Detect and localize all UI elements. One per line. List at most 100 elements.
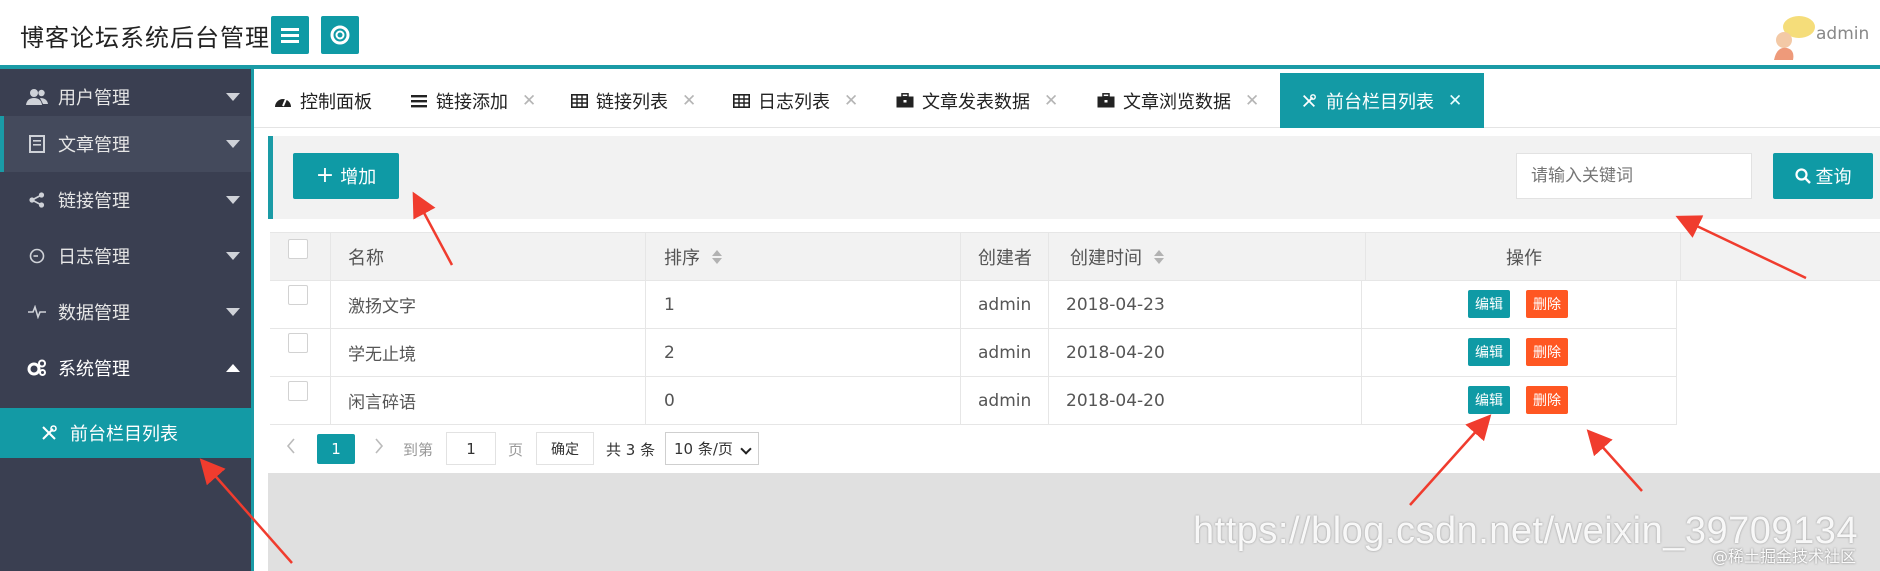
edit-button[interactable]: 编辑 [1468,386,1510,414]
tab-link-list[interactable]: 链接列表 ✕ [570,73,696,128]
tab-label: 文章浏览数据 [1123,91,1231,113]
chevron-down-icon [740,443,752,455]
avatar[interactable] [1769,10,1817,60]
column-divider [1676,281,1677,328]
close-icon[interactable]: ✕ [1044,91,1058,111]
table-row: 闲言碎语 0 admin 2018-04-20 编辑 删除 [270,377,1677,425]
column-divider [330,329,331,376]
sidebar-item-data[interactable]: 数据管理 [0,284,251,340]
column-divider [1048,233,1049,280]
column-header-order[interactable]: 排序 [664,233,722,280]
cell-creator: admin [978,294,1032,315]
chevron-down-icon [226,140,240,148]
column-divider [645,233,646,280]
column-header-created[interactable]: 创建时间 [1070,233,1164,280]
chevron-up-icon [226,364,240,372]
column-header-creator: 创建者 [978,247,1032,269]
users-icon [26,86,48,108]
row-checkbox[interactable] [288,381,308,401]
pulse-icon [26,301,48,323]
page-size-select[interactable]: 10 条/页 [665,432,759,465]
sidebar-item-label: 系统管理 [58,359,130,380]
document-icon [26,133,48,155]
cell-created: 2018-04-23 [1066,294,1165,315]
delete-button[interactable]: 删除 [1526,386,1568,414]
chevron-down-icon [226,252,240,260]
column-divider [1361,281,1362,328]
delete-button[interactable]: 删除 [1526,338,1568,366]
share-icon [26,189,48,211]
tab-link-add[interactable]: 链接添加 ✕ [410,73,536,128]
chevron-left-icon [286,438,295,454]
row-checkbox[interactable] [288,285,308,305]
chevron-down-icon [226,93,240,101]
close-icon[interactable]: ✕ [682,91,696,111]
prev-page-button[interactable] [286,438,296,459]
sidebar-item-label: 用户管理 [58,88,130,109]
column-divider [1365,233,1366,280]
close-icon[interactable]: ✕ [1245,91,1259,111]
cell-name: 激扬文字 [348,297,416,317]
edit-button[interactable]: 编辑 [1468,290,1510,318]
sidebar-item-articles[interactable]: 文章管理 [0,116,251,172]
search-input[interactable] [1516,153,1752,199]
tab-label: 前台栏目列表 [1326,91,1434,113]
sort-icon[interactable] [712,249,722,264]
tab-dashboard[interactable]: 控制面板 [274,73,372,128]
cell-creator: admin [978,342,1032,363]
page-number-input[interactable] [446,432,496,465]
tab-label: 链接列表 [596,91,668,113]
gears-icon [26,357,48,379]
sidebar-item-label: 数据管理 [58,303,130,324]
tab-log-list[interactable]: 日志列表 ✕ [732,73,858,128]
help-button[interactable] [321,16,359,54]
sidebar-item-logs[interactable]: 日志管理 [0,228,251,284]
username[interactable]: admin [1816,24,1869,44]
column-divider [1361,377,1362,424]
close-icon[interactable]: ✕ [844,91,858,111]
column-divider [645,329,646,376]
next-page-button[interactable] [374,438,384,459]
column-divider [960,329,961,376]
delete-button[interactable]: 删除 [1526,290,1568,318]
current-page[interactable]: 1 [317,434,355,464]
column-divider [1048,329,1049,376]
cell-created: 2018-04-20 [1066,342,1165,363]
tab-front-column-list[interactable]: 前台栏目列表 ✕ [1280,73,1485,128]
log-icon [26,245,48,267]
tools-icon [1300,92,1318,110]
cell-created: 2018-04-20 [1066,390,1165,411]
column-header-label: 创建时间 [1070,247,1142,269]
cell-order: 1 [664,294,675,315]
edit-button[interactable]: 编辑 [1468,338,1510,366]
close-icon[interactable]: ✕ [1448,91,1462,111]
tab-label: 链接添加 [436,91,508,113]
page-size-value: 10 条/页 [674,440,733,458]
search-button[interactable]: 查询 [1773,153,1873,199]
menu-toggle-button[interactable] [271,16,309,54]
select-all-checkbox[interactable] [288,239,308,259]
column-divider [960,233,961,280]
table-icon [732,92,750,110]
sort-icon[interactable] [1154,249,1164,264]
sidebar-item-system[interactable]: 系统管理 [0,340,251,396]
column-divider [1048,377,1049,424]
goto-confirm-button[interactable]: 确定 [536,432,594,465]
table-row: 激扬文字 1 admin 2018-04-23 编辑 删除 [270,281,1677,329]
sidebar-subitem-front-columns[interactable]: 前台栏目列表 [0,408,251,458]
tab-label: 文章发表数据 [922,91,1030,113]
row-checkbox[interactable] [288,333,308,353]
sidebar-item-links[interactable]: 链接管理 [0,172,251,228]
close-icon[interactable]: ✕ [522,91,536,111]
tab-article-publish-data[interactable]: 文章发表数据 ✕ [896,73,1058,128]
sidebar-item-label: 链接管理 [58,191,130,212]
table-row: 学无止境 2 admin 2018-04-20 编辑 删除 [270,329,1677,377]
tools-icon [40,424,58,442]
column-header-name: 名称 [348,247,384,269]
menu-icon [281,28,299,43]
tab-article-view-data[interactable]: 文章浏览数据 ✕ [1097,73,1259,128]
add-button[interactable]: + 增加 [293,153,399,199]
tab-label: 日志列表 [758,91,830,113]
chevron-down-icon [226,196,240,204]
column-divider [1676,377,1677,424]
